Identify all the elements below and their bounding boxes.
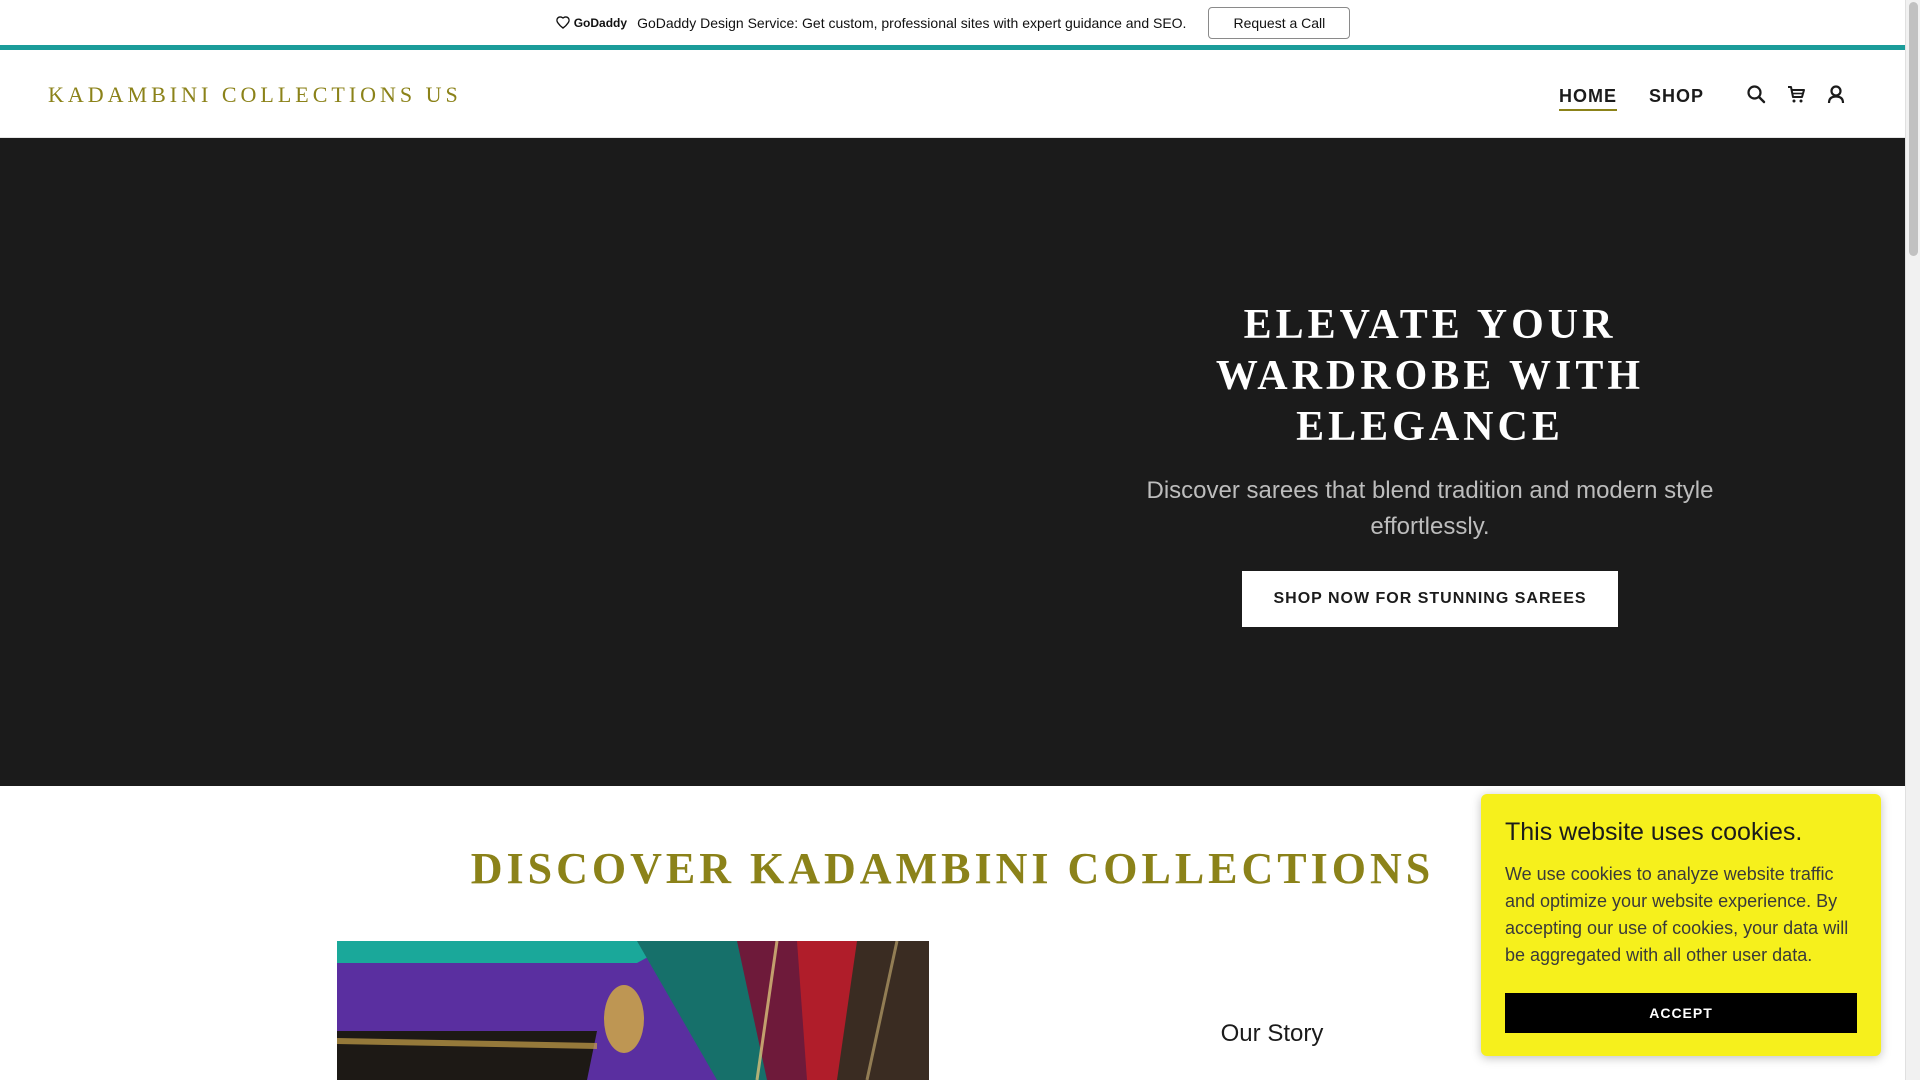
site-header: KADAMBINI COLLECTIONS US HOME SHOP (0, 50, 1905, 138)
hero-section: ELEVATE YOUR WARDROBE WITH ELEGANCE Disc… (0, 138, 1905, 786)
header-icons (1746, 82, 1846, 106)
godaddy-logo-icon (555, 15, 570, 29)
cookie-banner: This website uses cookies. We use cookie… (1481, 794, 1881, 1056)
hero-subtitle: Discover sarees that blend tradition and… (1146, 477, 1714, 540)
account-icon[interactable] (1826, 82, 1846, 106)
nav-item-shop[interactable]: SHOP (1649, 86, 1704, 111)
accept-cookies-button[interactable]: ACCEPT (1505, 993, 1857, 1033)
page-scrollbar[interactable] (1905, 0, 1920, 1080)
cookie-text: We use cookies to analyze website traffi… (1505, 864, 1849, 965)
shop-now-button[interactable]: SHOP NOW FOR STUNNING SAREES (1242, 571, 1618, 627)
promo-message: GoDaddy Design Service: Get custom, prof… (637, 14, 1187, 31)
request-call-button[interactable]: Request a Call (1208, 6, 1351, 39)
cart-icon[interactable] (1786, 82, 1806, 106)
cookie-title: This website uses cookies. (1505, 818, 1803, 846)
our-story-title: Our Story (1220, 1020, 1324, 1047)
promo-bar: GoDaddy GoDaddy Design Service: Get cust… (0, 0, 1905, 45)
sarees-image (337, 941, 929, 1080)
hero-content: ELEVATE YOUR WARDROBE WITH ELEGANCE Disc… (1130, 300, 1730, 627)
godaddy-logo: GoDaddy (555, 16, 627, 30)
godaddy-logo-text: GoDaddy (573, 15, 628, 30)
main-nav: HOME SHOP (1559, 86, 1704, 111)
site-logo[interactable]: KADAMBINI COLLECTIONS US (48, 82, 462, 108)
hero-title: ELEVATE YOUR WARDROBE WITH ELEGANCE (1215, 302, 1645, 450)
nav-item-home[interactable]: HOME (1559, 86, 1617, 111)
scrollbar-thumb[interactable] (1909, 2, 1918, 256)
search-icon[interactable] (1746, 82, 1766, 106)
